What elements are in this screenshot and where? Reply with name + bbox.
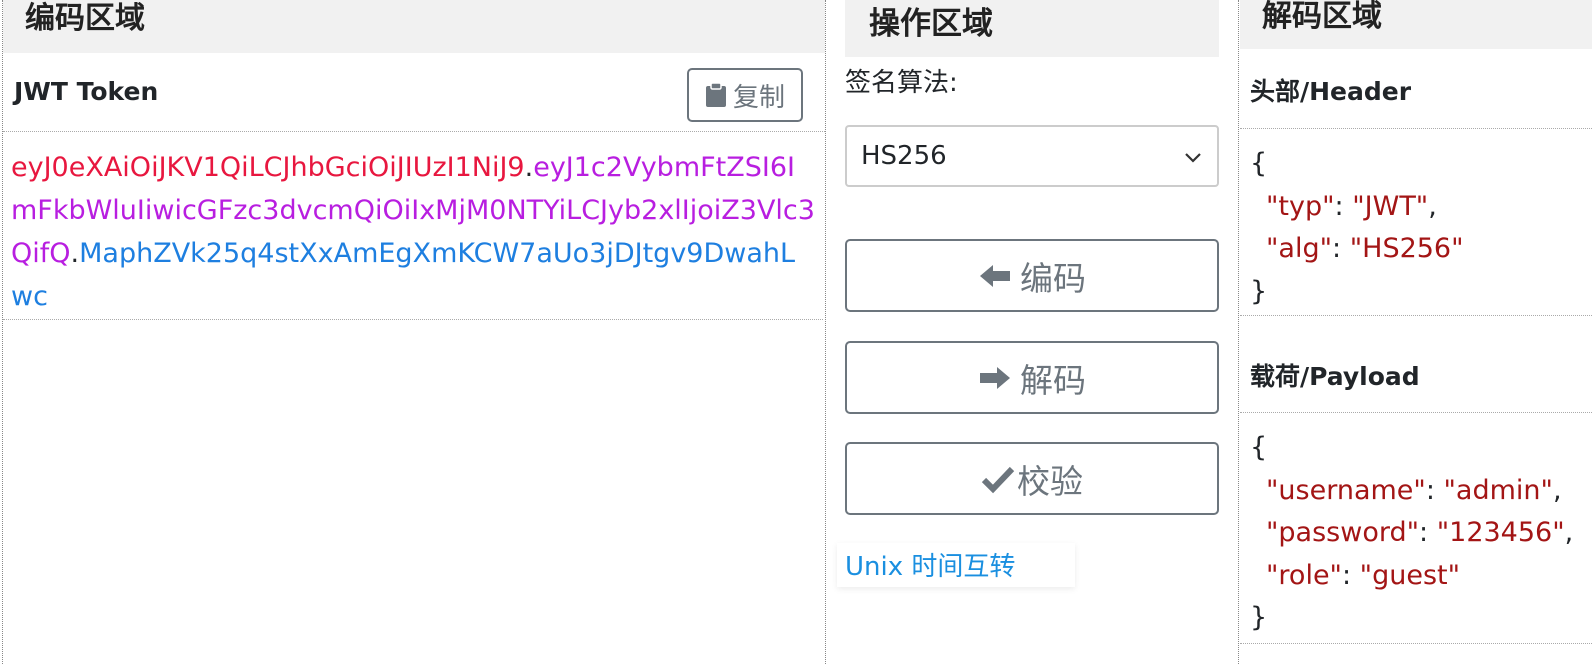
operate-title: 操作区域 [845, 0, 1219, 57]
json-entry: "username": "admin", [1250, 470, 1592, 513]
header-json-box[interactable]: {"typ": "JWT", "alg": "HS256"} [1240, 128, 1592, 316]
decode-button-label: 解码 [1020, 361, 1086, 399]
copy-button[interactable]: 复制 [687, 68, 803, 122]
encode-button-label: 编码 [1020, 259, 1086, 297]
column-divider-1 [825, 0, 826, 664]
clipboard-icon [705, 82, 726, 107]
json-brace-open: { [1250, 432, 1268, 463]
json-colon: : [1341, 559, 1360, 591]
header-label: 头部/Header [1250, 77, 1412, 106]
json-key: "alg" [1266, 233, 1333, 264]
json-colon: : [1425, 474, 1444, 506]
json-entry: "role": "guest" [1250, 555, 1592, 598]
json-key: "username" [1266, 474, 1426, 506]
chevron-down-icon [1185, 153, 1201, 163]
encode-title: 编码区域 [3, 0, 825, 53]
json-comma: , [1428, 190, 1437, 222]
json-entry: "typ": "JWT", [1250, 186, 1592, 229]
arrow-left-icon [980, 264, 1010, 287]
json-value: "guest" [1359, 559, 1461, 591]
json-brace-close: } [1250, 275, 1268, 307]
token-text[interactable]: eyJ0eXAiOiJKV1QiLCJhbGciOiJIUzI1NiJ9.eyJ… [3, 132, 823, 320]
verify-button-label: 校验 [1017, 462, 1083, 500]
unix-time-link[interactable]: Unix 时间互转 [837, 543, 1075, 587]
json-colon: : [1419, 517, 1437, 548]
json-comma: , [1564, 517, 1574, 548]
encode-panel: 编码区域 JWT Token 复制 eyJ0eXAiOiJKV1QiLCJhbG… [3, 0, 825, 664]
json-value: "JWT" [1352, 190, 1429, 222]
json-brace-close: } [1250, 602, 1268, 633]
token-separator: . [524, 152, 534, 183]
json-comma: , [1552, 474, 1562, 506]
decode-title: 解码区域 [1240, 0, 1592, 49]
column-divider-2 [1238, 0, 1239, 664]
json-colon: : [1334, 190, 1353, 222]
json-key: "typ" [1266, 190, 1335, 222]
json-entry: "alg": "HS256" [1250, 228, 1592, 271]
algorithm-select[interactable]: HS256 [845, 125, 1219, 187]
token-separator: . [70, 238, 80, 269]
json-value: "HS256" [1349, 233, 1464, 264]
token-header: JWT Token 复制 [3, 53, 825, 132]
verify-button[interactable]: 校验 [845, 442, 1219, 515]
json-value: "admin" [1443, 474, 1553, 506]
json-key: "role" [1266, 559, 1342, 591]
arrow-right-icon [980, 366, 1010, 389]
copy-button-label: 复制 [732, 81, 785, 112]
encode-button[interactable]: 编码 [845, 239, 1219, 312]
algorithm-label: 签名算法: [845, 68, 958, 98]
json-value: "123456" [1436, 517, 1565, 548]
payload-json-box[interactable]: {"username": "admin", "password": "123456… [1240, 412, 1592, 644]
payload-label: 载荷/Payload [1250, 362, 1420, 391]
token-signature-part: MaphZVk25q4stXxAmEgXmKCW7aUo3jDJtgv9Dwah… [11, 238, 796, 312]
check-icon [981, 466, 1015, 493]
json-brace-open: { [1250, 148, 1268, 179]
token-label: JWT Token [14, 77, 159, 106]
json-colon: : [1332, 233, 1350, 264]
algorithm-selected-value: HS256 [861, 141, 947, 171]
json-entry: "password": "123456", [1250, 512, 1592, 555]
operate-panel: 操作区域 签名算法: HS256 编码 解码 校验 Unix 时间互转 [837, 0, 1219, 664]
decode-panel: 解码区域 头部/Header {"typ": "JWT", "alg": "HS2… [1240, 0, 1592, 664]
token-header-part: eyJ0eXAiOiJKV1QiLCJhbGciOiJIUzI1NiJ9 [11, 152, 525, 183]
decode-button[interactable]: 解码 [845, 341, 1219, 414]
json-key: "password" [1266, 517, 1420, 548]
